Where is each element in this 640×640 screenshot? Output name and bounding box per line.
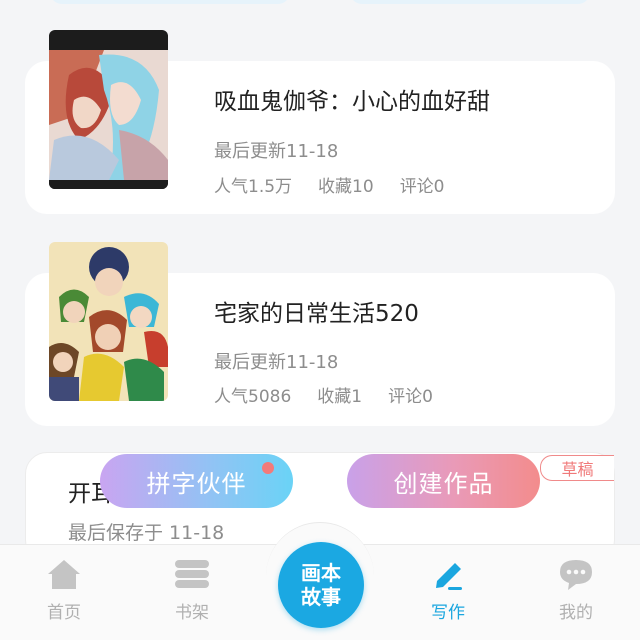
anime-cover-art [49,242,168,401]
popularity-count: 人气1.5万 [214,177,293,197]
notification-dot [262,462,274,474]
nav-item-bookshelf[interactable]: 书架 [152,556,232,623]
nav-label-home: 首页 [47,603,81,623]
work-cover-image[interactable] [49,30,168,189]
nav-label-mine: 我的 [559,603,593,623]
work-stats: 人气5086 收藏1 评论0 [214,382,433,407]
comments-count: 评论0 [399,177,445,197]
picture-story-button[interactable]: 画本 故事 [278,542,364,628]
home-icon [48,560,80,589]
pen-icon [436,563,462,590]
favorites-count: 收藏10 [318,177,374,197]
last-updated: 最后更新11-18 [214,141,339,162]
work-stats: 人气1.5万 收藏10 评论0 [214,172,445,197]
nav-label-write: 写作 [431,603,465,623]
center-button-line1: 画本 [301,561,341,585]
nav-label-bookshelf: 书架 [175,603,209,623]
draft-badge: 草稿 [540,455,614,481]
center-button-line2: 故事 [301,585,341,609]
create-work-button[interactable]: 创建作品 [347,454,540,508]
anime-cover-art [49,30,168,189]
work-cover-image[interactable] [49,242,168,401]
nav-item-mine[interactable]: 我的 [536,556,616,623]
work-title[interactable]: 宅家的日常生活520 [214,294,419,328]
previous-card-edge [350,0,590,4]
favorites-count: 收藏1 [317,387,363,407]
nav-item-write[interactable]: 写作 [408,556,488,623]
chat-bubble-icon [560,560,592,590]
popularity-count: 人气5086 [214,387,292,407]
comments-count: 评论0 [388,387,433,407]
work-title[interactable]: 吸血鬼伽爷：小心的血好甜 [214,82,490,116]
draft-last-saved: 最后保存于 11-18 [68,522,225,544]
previous-card-edge [50,0,290,4]
last-updated: 最后更新11-18 [214,352,339,373]
nav-item-home[interactable]: 首页 [24,556,104,623]
bookshelf-icon [175,560,209,588]
